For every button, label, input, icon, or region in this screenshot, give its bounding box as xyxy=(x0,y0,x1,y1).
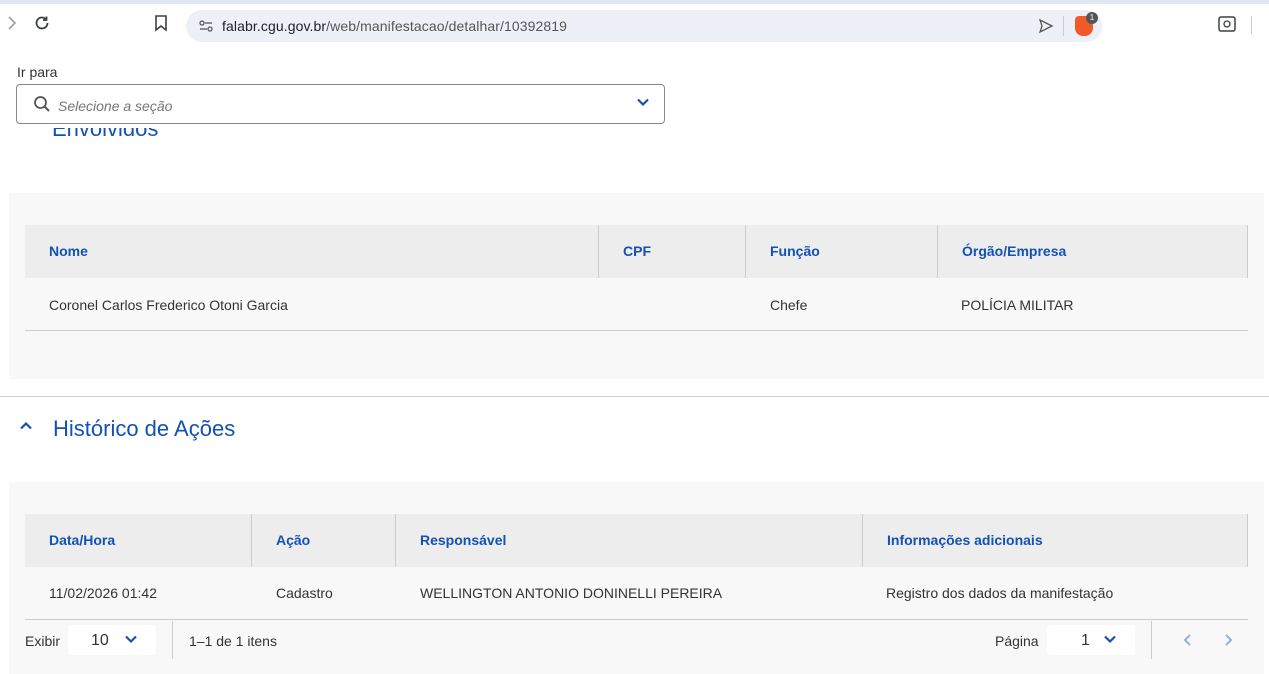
exibir-label: Exibir xyxy=(25,633,61,649)
goto-panel: Ir para Selecione a seção xyxy=(0,44,1269,144)
url-text: falabr.cgu.gov.br/web/manifestacao/detal… xyxy=(222,18,567,34)
chevron-down-icon[interactable] xyxy=(636,95,650,112)
envolvidos-title: Envolvidos xyxy=(52,128,159,141)
page-number-value: 1 xyxy=(1081,632,1090,649)
address-bar[interactable]: falabr.cgu.gov.br/web/manifestacao/detal… xyxy=(186,10,1102,42)
chevron-down-icon xyxy=(124,632,138,651)
range-text: 1–1 de 1 itens xyxy=(189,633,277,649)
send-icon[interactable] xyxy=(1038,18,1054,38)
forward-icon[interactable] xyxy=(6,14,18,36)
goto-label: Ir para xyxy=(17,64,58,80)
section-select-placeholder: Selecione a seção xyxy=(58,98,173,114)
cell-orgao: POLÍCIA MILITAR xyxy=(961,297,1074,313)
col-header-informacoes[interactable]: Informações adicionais xyxy=(863,514,1248,567)
envolvidos-table: Nome CPF Função Órgão/Empresa Coronel Ca… xyxy=(25,225,1248,331)
cell-data-hora: 11/02/2026 01:42 xyxy=(49,585,157,601)
historico-title[interactable]: Histórico de Ações xyxy=(53,416,235,442)
pagina-label: Página xyxy=(995,633,1039,649)
historico-table: Data/Hora Ação Responsável Informações a… xyxy=(25,514,1248,620)
row-divider xyxy=(25,619,1248,620)
search-icon xyxy=(33,95,51,118)
col-header-data-hora[interactable]: Data/Hora xyxy=(25,514,252,567)
cell-acao: Cadastro xyxy=(276,585,333,601)
row-divider xyxy=(25,330,1248,331)
url-host: falabr.cgu.gov.br xyxy=(222,18,327,34)
address-divider xyxy=(1063,16,1064,36)
envolvidos-header-row: Nome CPF Função Órgão/Empresa xyxy=(25,225,1248,278)
historico-card: Data/Hora Ação Responsável Informações a… xyxy=(9,482,1264,674)
col-header-funcao[interactable]: Função xyxy=(746,225,938,278)
col-header-nome[interactable]: Nome xyxy=(25,225,599,278)
next-page-icon[interactable] xyxy=(1221,633,1235,652)
cell-responsavel: WELLINGTON ANTONIO DONINELLI PEREIRA xyxy=(420,585,723,601)
shield-count-badge: 1 xyxy=(1086,12,1098,24)
cell-funcao: Chefe xyxy=(770,297,808,313)
page-number-select[interactable]: 1 xyxy=(1047,625,1135,655)
col-header-responsavel[interactable]: Responsável xyxy=(396,514,863,567)
url-path: /web/manifestacao/detalhar/10392819 xyxy=(326,18,568,34)
toolbar-divider xyxy=(1251,16,1252,34)
browser-toolbar: falabr.cgu.gov.br/web/manifestacao/detal… xyxy=(0,0,1269,44)
page-size-select[interactable]: 10 xyxy=(68,625,156,655)
reload-icon[interactable] xyxy=(33,14,51,36)
section-select[interactable]: Selecione a seção xyxy=(16,84,665,124)
page-size-value: 10 xyxy=(91,632,109,649)
section-divider xyxy=(0,396,1269,397)
prev-page-icon[interactable] xyxy=(1181,633,1195,652)
envolvidos-card: Nome CPF Função Órgão/Empresa Coronel Ca… xyxy=(9,193,1264,379)
chevron-down-icon xyxy=(1103,632,1117,651)
tab-search-icon[interactable] xyxy=(1218,16,1236,36)
pager-divider xyxy=(172,621,173,659)
site-settings-icon[interactable] xyxy=(198,18,214,39)
cell-informacoes: Registro dos dados da manifestação xyxy=(886,585,1114,601)
historico-header-row: Data/Hora Ação Responsável Informações a… xyxy=(25,514,1248,567)
col-header-orgao[interactable]: Órgão/Empresa xyxy=(938,225,1248,278)
col-header-cpf[interactable]: CPF xyxy=(599,225,746,278)
bookmark-icon[interactable] xyxy=(154,14,168,36)
pager-divider xyxy=(1151,621,1152,659)
chevron-up-icon[interactable] xyxy=(18,418,34,439)
col-header-acao[interactable]: Ação xyxy=(252,514,396,567)
cell-nome: Coronel Carlos Frederico Otoni Garcia xyxy=(49,297,288,313)
